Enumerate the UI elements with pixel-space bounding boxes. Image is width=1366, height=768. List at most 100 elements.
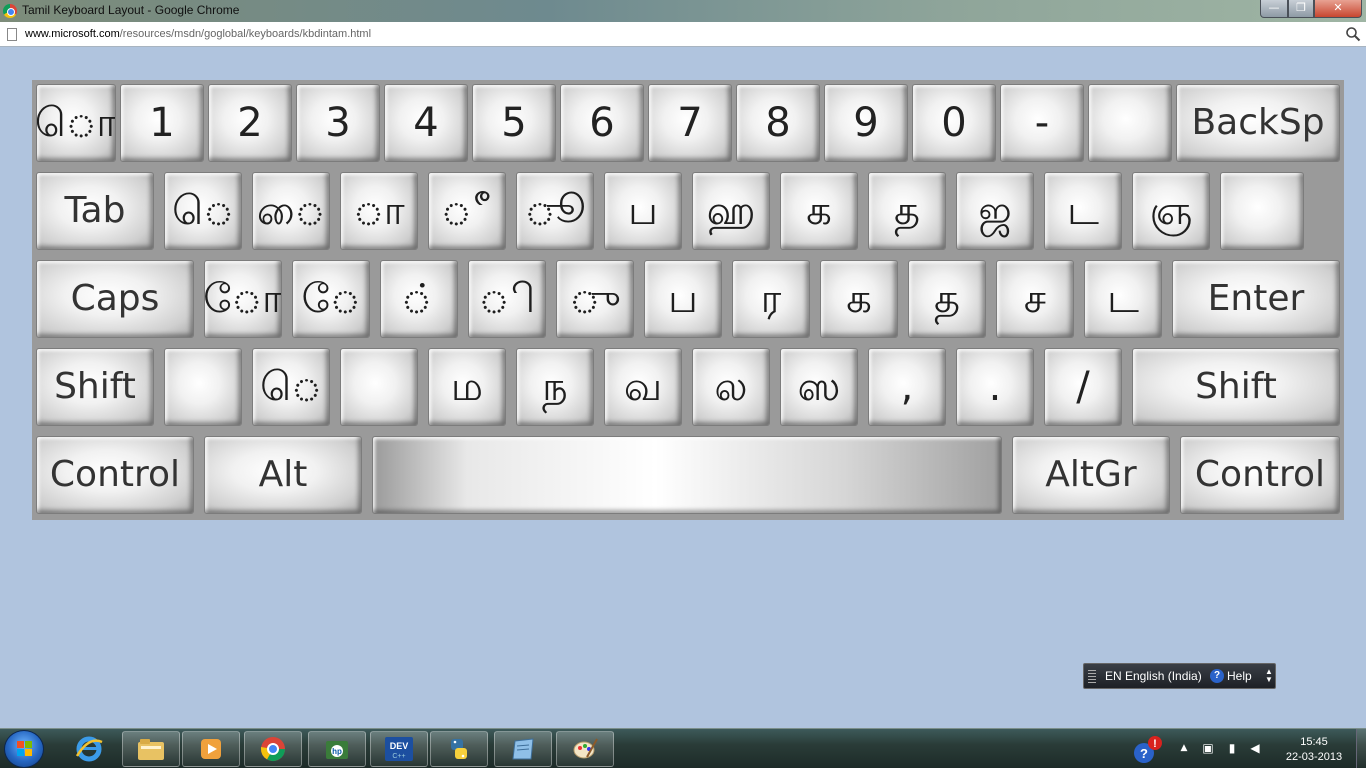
key-control-right[interactable]: Control xyxy=(1180,436,1340,514)
close-button[interactable]: ✕ xyxy=(1314,0,1362,18)
key-tab[interactable]: Tab xyxy=(36,172,154,250)
key-9[interactable]: 9 xyxy=(824,84,908,162)
svg-text:?: ? xyxy=(1140,746,1148,761)
key-shift-left[interactable]: Shift xyxy=(36,348,154,426)
key-space[interactable] xyxy=(372,436,1002,514)
key-slash[interactable]: / xyxy=(1044,348,1122,426)
key-enter[interactable]: Enter xyxy=(1172,260,1340,338)
taskbar-notes[interactable] xyxy=(494,731,552,767)
key-r[interactable]: ீ xyxy=(428,172,506,250)
key-b[interactable]: வ xyxy=(604,348,682,426)
url-field[interactable]: www.microsoft.com/resources/msdn/gogloba… xyxy=(25,28,371,40)
action-center-icon[interactable]: ? ! xyxy=(1132,735,1164,765)
key-j[interactable]: ர xyxy=(732,260,810,338)
key-k[interactable]: க xyxy=(820,260,898,338)
key-backspace[interactable]: BackSp xyxy=(1176,84,1340,162)
taskbar-hp[interactable]: hp xyxy=(308,731,366,767)
key-e[interactable]: ா xyxy=(340,172,418,250)
svg-text:DEV: DEV xyxy=(390,741,409,751)
taskbar-media-player[interactable] xyxy=(182,731,240,767)
url-path: /resources/msdn/goglobal/keyboards/kbdin… xyxy=(119,28,372,40)
key-q[interactable]: ெ xyxy=(164,172,242,250)
minimize-button[interactable]: — xyxy=(1260,0,1288,18)
key-equals[interactable] xyxy=(1088,84,1172,162)
paint-icon xyxy=(573,738,598,759)
taskbar-python[interactable] xyxy=(430,731,488,767)
start-button[interactable] xyxy=(4,730,44,768)
key-minus[interactable]: - xyxy=(1000,84,1084,162)
windows-logo-icon xyxy=(17,741,33,757)
key-s[interactable]: ே xyxy=(292,260,370,338)
key-f[interactable]: ி xyxy=(468,260,546,338)
key-1[interactable]: 1 xyxy=(120,84,204,162)
key-period[interactable]: . xyxy=(956,348,1034,426)
tamil-keyboard: ொ 1 2 3 4 5 6 7 8 9 0 - BackSp Tab ெ ை ா… xyxy=(32,80,1344,520)
key-caps[interactable]: Caps xyxy=(36,260,194,338)
key-bracket-left[interactable]: ட xyxy=(1044,172,1122,250)
taskbar-chrome[interactable] xyxy=(244,731,302,767)
maximize-button[interactable]: ❐ xyxy=(1288,0,1314,18)
key-2[interactable]: 2 xyxy=(208,84,292,162)
folder-icon xyxy=(138,739,164,760)
clock-time: 15:45 xyxy=(1300,736,1328,748)
key-t[interactable]: ூ xyxy=(516,172,594,250)
zoom-icon[interactable] xyxy=(1345,26,1361,42)
key-x[interactable] xyxy=(340,348,418,426)
key-comma[interactable]: , xyxy=(868,348,946,426)
key-o[interactable]: த xyxy=(868,172,946,250)
key-bracket-right[interactable]: ஞ xyxy=(1132,172,1210,250)
help-icon[interactable]: ? xyxy=(1210,669,1224,683)
key-altgr[interactable]: AltGr xyxy=(1012,436,1170,514)
key-quote[interactable]: ட xyxy=(1084,260,1162,338)
network-icon[interactable]: ▣ xyxy=(1201,741,1215,755)
key-v[interactable]: ந xyxy=(516,348,594,426)
key-r0-0[interactable]: ொ xyxy=(36,84,116,162)
key-backslash[interactable] xyxy=(1220,172,1304,250)
help-button[interactable]: Help xyxy=(1227,669,1252,683)
key-semicolon[interactable]: ச xyxy=(996,260,1074,338)
clock[interactable]: 15:45 22-03-2013 xyxy=(1284,735,1344,765)
address-bar[interactable]: www.microsoft.com/resources/msdn/gogloba… xyxy=(0,22,1366,47)
key-g[interactable]: ு xyxy=(556,260,634,338)
key-n[interactable]: ல xyxy=(692,348,770,426)
key-5[interactable]: 5 xyxy=(472,84,556,162)
key-6[interactable]: 6 xyxy=(560,84,644,162)
taskbar-dev[interactable]: DEV C++ xyxy=(370,731,428,767)
key-l[interactable]: த xyxy=(908,260,986,338)
key-control-left[interactable]: Control xyxy=(36,436,194,514)
key-y[interactable]: ப xyxy=(604,172,682,250)
key-m[interactable]: ஸ xyxy=(780,348,858,426)
key-3[interactable]: 3 xyxy=(296,84,380,162)
key-8[interactable]: 8 xyxy=(736,84,820,162)
key-h[interactable]: ப xyxy=(644,260,722,338)
key-w[interactable]: ை xyxy=(252,172,330,250)
dev-app-icon: DEV C++ xyxy=(385,737,413,761)
show-hidden-icons-icon[interactable]: ▲ xyxy=(1177,741,1191,755)
taskbar-ie[interactable] xyxy=(60,731,118,767)
python-icon xyxy=(451,739,467,759)
taskbar-explorer[interactable] xyxy=(122,731,180,767)
key-p[interactable]: ஜ xyxy=(956,172,1034,250)
key-z[interactable]: ெ xyxy=(252,348,330,426)
key-u[interactable]: ஹ xyxy=(692,172,770,250)
taskbar-paint[interactable] xyxy=(556,731,614,767)
language-selector[interactable]: EN English (India) xyxy=(1105,669,1202,683)
drag-handle-icon[interactable] xyxy=(1088,670,1096,684)
key-i[interactable]: க xyxy=(780,172,858,250)
key-c[interactable]: ம xyxy=(428,348,506,426)
key-oem102[interactable] xyxy=(164,348,242,426)
battery-icon[interactable]: ▮ xyxy=(1225,741,1239,755)
key-alt[interactable]: Alt xyxy=(204,436,362,514)
svg-text:hp: hp xyxy=(332,747,342,756)
volume-icon[interactable]: ◀ xyxy=(1248,741,1262,755)
options-chevron-icon[interactable]: ▲ ▼ xyxy=(1265,668,1273,684)
language-bar[interactable]: EN English (India) ? Help ▲ ▼ xyxy=(1083,663,1276,689)
show-desktop-button[interactable] xyxy=(1356,729,1366,768)
window-title-bar[interactable]: Tamil Keyboard Layout - Google Chrome — … xyxy=(0,0,1366,22)
key-4[interactable]: 4 xyxy=(384,84,468,162)
key-d[interactable]: ் xyxy=(380,260,458,338)
key-shift-right[interactable]: Shift xyxy=(1132,348,1340,426)
key-a[interactable]: ோ xyxy=(204,260,282,338)
key-7[interactable]: 7 xyxy=(648,84,732,162)
key-0[interactable]: 0 xyxy=(912,84,996,162)
